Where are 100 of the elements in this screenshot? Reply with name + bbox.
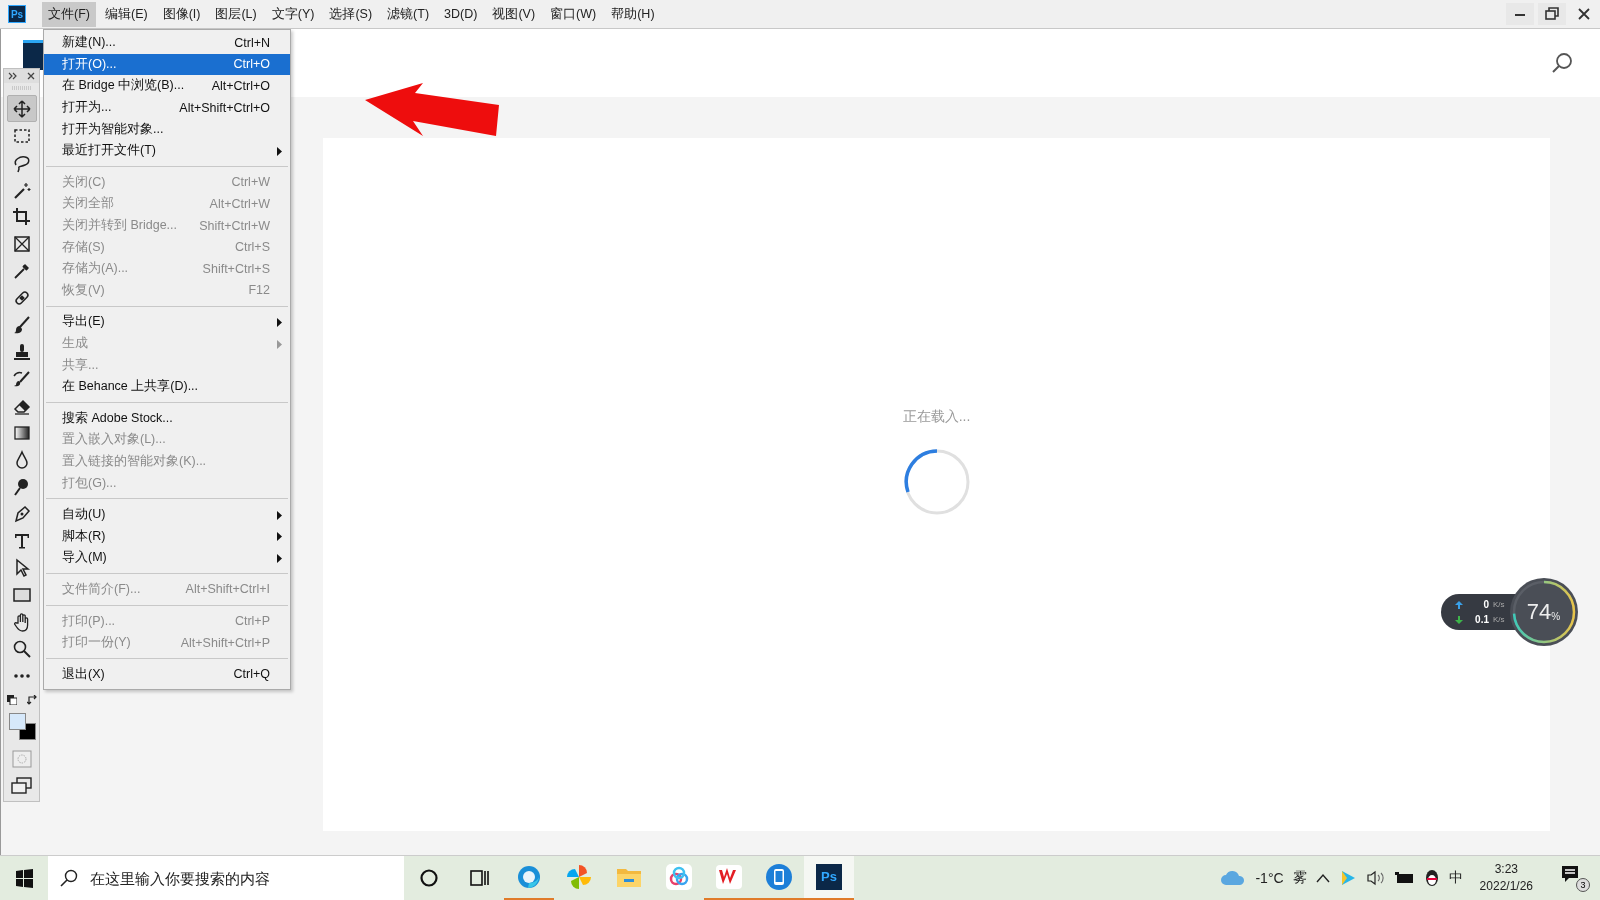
shortcut-text: Alt+Ctrl+W <box>209 196 270 211</box>
option-label: 自动(U) <box>62 506 107 524</box>
menu-option[interactable]: 在 Behance 上共享(D)... <box>44 375 290 398</box>
menu-option[interactable]: 打开为... Alt+Shift+Ctrl+O <box>44 96 290 119</box>
clock-time[interactable]: 3:23 <box>1494 861 1518 878</box>
menu-item[interactable]: 编辑(E) <box>98 1 154 27</box>
menu-option[interactable]: 最近打开文件(T) <box>44 139 290 162</box>
down-arrow-icon <box>1455 615 1463 624</box>
move-tool-icon <box>11 98 32 119</box>
option-label: 搜索 Adobe Stock... <box>62 409 174 427</box>
loading-spinner-icon <box>902 448 971 516</box>
shortcut-text: F12 <box>248 283 270 298</box>
menu-item[interactable]: 视图(V) <box>486 1 542 27</box>
option-label: 恢复(V) <box>62 281 106 299</box>
percent-sign: % <box>1551 610 1561 622</box>
input-method-text[interactable]: 中 <box>1448 869 1463 887</box>
screen-mode-icon[interactable] <box>10 777 33 795</box>
menu-item[interactable]: 3D(D) <box>438 3 484 25</box>
minimize-icon[interactable] <box>1506 3 1534 25</box>
menu-option[interactable]: 脚本(R) <box>44 525 290 548</box>
speed-value: 0 <box>1482 599 1489 610</box>
menu-item[interactable]: 滤镜(T) <box>381 1 436 27</box>
shortcut-text: Ctrl+N <box>234 35 270 50</box>
menu-option[interactable]: 在 Bridge 中浏览(B)... Alt+Ctrl+O <box>44 75 290 97</box>
default-colors-icon[interactable] <box>6 695 17 705</box>
shortcut-text: Ctrl+S <box>234 240 270 255</box>
option-label: 文件简介(F)... <box>62 580 142 598</box>
submenu-arrow-icon <box>277 318 282 328</box>
weather-text: 雾 <box>1292 869 1307 887</box>
clock-date[interactable]: 2022/1/26 <box>1479 878 1533 895</box>
option-label: 导入(M) <box>62 549 108 567</box>
foreground-color-swatch[interactable] <box>8 713 26 730</box>
shortcut-text: Ctrl+P <box>234 614 270 629</box>
memory-gauge <box>1508 577 1579 647</box>
submenu-arrow-icon <box>277 510 282 520</box>
shortcut-text: Shift+Ctrl+W <box>199 218 270 233</box>
option-label: 导出(E) <box>62 313 106 331</box>
speaker-icon[interactable] <box>1365 870 1386 886</box>
option-label: 关闭全部 <box>62 195 115 213</box>
menu-item[interactable]: 帮助(H) <box>605 1 661 27</box>
app-logo: Ps <box>8 5 26 23</box>
shortcut-text: Ctrl+O <box>233 57 270 72</box>
crop-tool-icon <box>11 206 32 227</box>
menu-option[interactable]: 自动(U) <box>44 503 290 526</box>
menu-option[interactable]: 新建(N)... Ctrl+N <box>44 32 290 54</box>
percent-value: 74 <box>1526 599 1552 625</box>
collapse-icon[interactable] <box>8 72 18 80</box>
penguin-icon[interactable] <box>1423 869 1440 887</box>
option-label: 打开(O)... <box>62 55 118 73</box>
option-label: 打印一份(Y) <box>62 634 132 652</box>
option-label: 脚本(R) <box>62 527 107 545</box>
option-label: 打印(P)... <box>62 612 117 630</box>
option-label: 生成 <box>62 335 89 352</box>
option-label: 打开为... <box>62 99 113 117</box>
restore-icon[interactable] <box>1538 3 1566 25</box>
taskbar-app[interactable]: Ps <box>804 855 854 900</box>
speed-unit: K/s <box>1493 600 1505 609</box>
shortcut-text: Alt+Shift+Ctrl+I <box>185 582 270 597</box>
option-label: 关闭(C) <box>62 173 107 191</box>
notification-badge: 3 <box>1576 878 1590 892</box>
menu-item[interactable]: 文件(F) <box>42 1 96 27</box>
option-label: 存储(S) <box>62 238 106 256</box>
speed-value: 0.1 <box>1474 614 1489 625</box>
menu-item[interactable]: 文字(Y) <box>265 1 321 27</box>
menu-option[interactable]: 搜索 Adobe Stock... <box>44 407 290 430</box>
menu-item[interactable]: 图像(I) <box>156 1 207 27</box>
swap-colors-icon[interactable] <box>26 695 37 705</box>
photoshop-logo-icon <box>23 40 43 70</box>
search-icon[interactable] <box>1550 51 1574 75</box>
shortcut-text: Ctrl+W <box>231 175 270 190</box>
shortcut-text: Ctrl+Q <box>233 667 270 682</box>
chevron-up-icon[interactable] <box>1315 873 1330 883</box>
shortcut-text: Alt+Shift+Ctrl+O <box>179 100 270 115</box>
menu-item[interactable]: 选择(S) <box>323 1 379 27</box>
submenu-arrow-icon <box>277 339 282 349</box>
shortcut-text: Alt+Shift+Ctrl+P <box>180 635 270 650</box>
menu-option[interactable]: 打开为智能对象... <box>44 118 290 140</box>
menu-option[interactable]: 退出(X) Ctrl+Q <box>44 663 290 686</box>
tool-button[interactable] <box>6 95 37 122</box>
option-label: 置入嵌入对象(L)... <box>62 431 167 449</box>
menu-option[interactable]: 导入(M) <box>44 547 290 569</box>
submenu-arrow-icon <box>277 532 282 542</box>
search-field[interactable]: 在这里输入你要搜索的内容 <box>48 856 404 900</box>
option-label: 共享... <box>62 356 100 374</box>
menu-option[interactable]: 打开(O)... Ctrl+O <box>44 53 290 76</box>
up-arrow-icon <box>1455 600 1463 609</box>
menu-item[interactable]: 窗口(W) <box>544 1 603 27</box>
close-icon[interactable] <box>27 72 35 80</box>
option-label: 新建(N)... <box>62 34 117 52</box>
battery-icon[interactable] <box>1394 872 1415 884</box>
option-label: 在 Behance 上共享(D)... <box>62 378 200 396</box>
option-label: 最近打开文件(T) <box>62 142 157 160</box>
menu-item[interactable]: 图层(L) <box>209 1 263 27</box>
zoom-icon <box>11 638 32 659</box>
option-label: 退出(X) <box>62 665 106 683</box>
option-label: 在 Bridge 中浏览(B)... <box>62 77 186 95</box>
shortcut-text: Alt+Ctrl+O <box>211 79 270 93</box>
option-label: 关闭并转到 Bridge... <box>62 217 179 235</box>
temperature-text: -1°C <box>1255 870 1284 886</box>
menu-option[interactable]: 导出(E) <box>44 311 290 333</box>
